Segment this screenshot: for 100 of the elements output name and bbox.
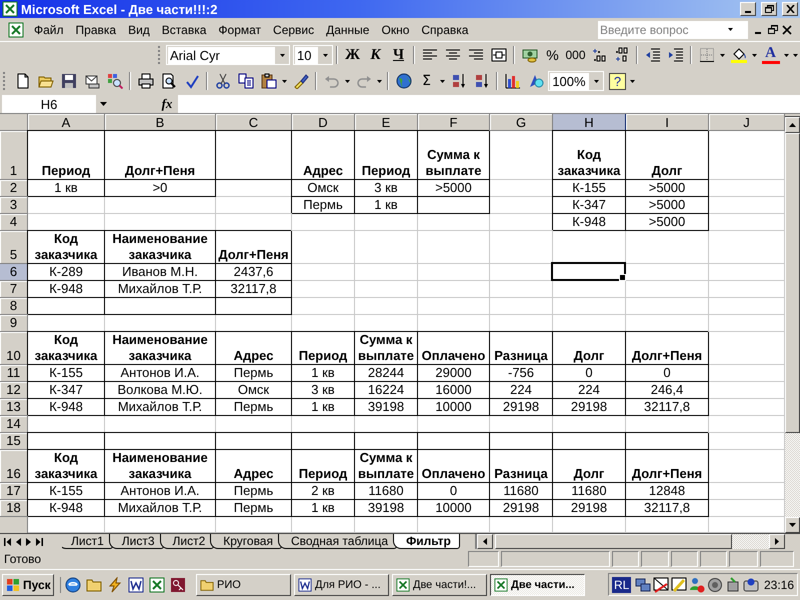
previous-sheet-icon[interactable] [16, 538, 21, 546]
checkmark-icon[interactable] [184, 73, 200, 89]
font-name-field[interactable]: Arial Cyr [166, 45, 290, 65]
magnifier-icon[interactable] [106, 73, 122, 89]
row-header[interactable]: 3 [0, 197, 28, 214]
scroll-down-button[interactable] [785, 517, 800, 533]
percent-button[interactable]: % [541, 44, 564, 66]
key-icon[interactable] [170, 576, 186, 592]
insert-function-button[interactable]: fx [156, 96, 178, 112]
zoom-field[interactable]: 100% [548, 71, 604, 91]
sort-descending-icon[interactable] [474, 73, 490, 89]
vertical-scrollbar[interactable] [785, 114, 800, 533]
network-icon[interactable] [635, 576, 652, 592]
folder-icon[interactable] [86, 576, 102, 592]
sort-ascending-icon[interactable] [450, 73, 466, 89]
formula-input[interactable] [178, 95, 800, 113]
help-button[interactable]: ? [609, 72, 626, 90]
row-header[interactable]: 2 [0, 180, 28, 197]
column-header[interactable]: D [292, 114, 355, 131]
row-header[interactable]: 10 [0, 332, 28, 365]
row-header[interactable]: 15 [0, 433, 28, 450]
taskbar-button[interactable]: Две части... [490, 574, 585, 596]
language-indicator[interactable]: RL [612, 576, 632, 592]
menu-item[interactable]: Вставка [156, 22, 212, 38]
toolbar-grip[interactable] [158, 46, 162, 64]
row-header[interactable] [0, 517, 28, 533]
sum-button[interactable]: Σ [415, 70, 438, 92]
menu-item[interactable]: Окно [375, 22, 416, 38]
sheet-tab[interactable]: Лист3 [108, 534, 164, 549]
caret-icon[interactable] [345, 80, 350, 82]
column-header[interactable]: A [28, 114, 105, 131]
start-button[interactable]: Пуск [2, 574, 54, 596]
minimize-button[interactable] [740, 2, 756, 16]
next-sheet-icon[interactable] [26, 538, 31, 546]
taskbar-button[interactable]: Две части!... [392, 574, 487, 596]
select-all-button[interactable] [0, 114, 28, 131]
row-header[interactable]: 13 [0, 399, 28, 416]
underline-button[interactable]: Ч [387, 44, 410, 66]
spreadsheet-icon[interactable] [149, 576, 165, 592]
font-size-field[interactable]: 10 [293, 45, 333, 65]
menu-item[interactable]: Данные [320, 22, 376, 38]
taskbar-button[interactable]: Для РИО - ... [294, 574, 389, 596]
row-header[interactable]: 18 [0, 500, 28, 517]
dropdown-button[interactable] [275, 46, 289, 64]
currency-icon[interactable] [522, 47, 538, 63]
browser-icon[interactable] [65, 576, 81, 592]
menu-item[interactable]: Формат [212, 22, 268, 38]
column-header[interactable]: B [105, 114, 216, 131]
monitor-icon[interactable] [653, 576, 670, 592]
last-sheet-icon[interactable] [36, 538, 43, 546]
italic-button[interactable]: К [364, 44, 387, 66]
row-header[interactable]: 11 [0, 365, 28, 382]
column-header[interactable]: I [626, 114, 709, 131]
merge-cells-icon[interactable] [490, 47, 506, 63]
caret-icon[interactable] [100, 102, 106, 106]
envelope-icon[interactable] [84, 73, 100, 89]
row-header[interactable]: 5 [0, 231, 28, 264]
brush-icon[interactable] [292, 73, 308, 89]
scrollbar-thumb[interactable] [785, 133, 800, 433]
name-box[interactable]: H6 [2, 95, 96, 113]
dropdown-button[interactable] [318, 46, 332, 64]
row-header[interactable]: 6 [0, 264, 28, 281]
caret-icon[interactable] [630, 80, 635, 82]
scroll-right-button[interactable] [769, 534, 785, 549]
copy-icon[interactable] [238, 73, 254, 89]
sheet-tab[interactable]: Лист1 [62, 534, 113, 549]
document-icon[interactable] [128, 576, 144, 592]
scroll-left-button[interactable] [477, 534, 493, 549]
borders-icon[interactable] [698, 47, 714, 63]
caret-icon[interactable] [440, 80, 445, 82]
toolbar-grip[interactable] [3, 72, 7, 90]
globe-icon[interactable] [396, 73, 412, 89]
column-header[interactable]: J [709, 114, 785, 131]
row-header[interactable]: 14 [0, 416, 28, 433]
font-color-button[interactable]: A [762, 46, 780, 64]
row-header[interactable]: 17 [0, 483, 28, 500]
row-header[interactable]: 1 [0, 131, 28, 180]
sheet-tab[interactable]: Фильтр [393, 534, 460, 549]
close-button[interactable] [782, 2, 798, 16]
row-header[interactable]: 7 [0, 281, 28, 298]
excel-document-icon[interactable] [8, 22, 24, 38]
print-preview-icon[interactable] [160, 73, 176, 89]
fill-color-icon[interactable] [730, 47, 746, 63]
row-header[interactable]: 12 [0, 382, 28, 399]
increase-indent-icon[interactable] [668, 47, 684, 63]
speaker-icon[interactable] [707, 576, 724, 592]
caret-icon[interactable] [752, 54, 757, 56]
scroll-up-button[interactable] [785, 117, 800, 133]
wrench-icon[interactable] [671, 576, 688, 592]
printer-icon[interactable] [138, 73, 154, 89]
sheet-tab[interactable]: Сводная таблица [278, 534, 398, 549]
decrease-decimal-icon[interactable] [614, 47, 630, 63]
clipboard-icon[interactable] [260, 73, 276, 89]
device-icon[interactable] [725, 576, 742, 592]
row-header[interactable]: 9 [0, 315, 28, 332]
row-header[interactable]: 4 [0, 214, 28, 231]
caret-icon[interactable] [728, 28, 733, 31]
menu-item[interactable]: Вид [122, 22, 156, 38]
menu-item[interactable]: Справка [415, 22, 474, 38]
new-document-icon[interactable] [14, 73, 30, 89]
